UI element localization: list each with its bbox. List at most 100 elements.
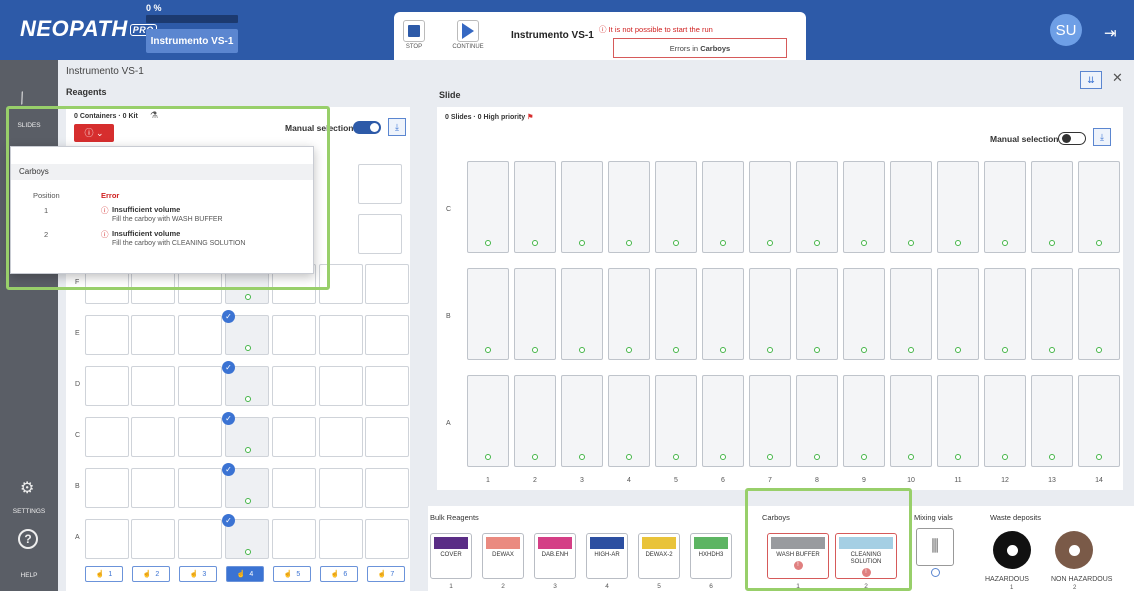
row-label: C	[446, 206, 452, 213]
bulk-reagent[interactable]: DEWAX-2	[638, 533, 680, 579]
status-dot	[908, 240, 914, 246]
status-dot	[1002, 454, 1008, 460]
status-dot	[861, 347, 867, 353]
reagent-cell[interactable]	[358, 164, 402, 204]
reagent-cell[interactable]	[131, 315, 175, 355]
bulk-reagent[interactable]: DEWAX	[482, 533, 524, 579]
reagent-cell[interactable]	[365, 264, 409, 304]
hazardous-label: HAZARDOUS	[985, 576, 1029, 583]
bulk-reagent[interactable]: HIGH-AR	[586, 533, 628, 579]
reagent-cell[interactable]	[365, 315, 409, 355]
reagent-cell[interactable]	[178, 519, 222, 559]
reagent-cell[interactable]	[272, 468, 316, 508]
reagent-cell[interactable]	[178, 468, 222, 508]
reagent-cell[interactable]	[131, 468, 175, 508]
hand-button[interactable]: ☝ 7	[367, 566, 405, 582]
reagent-cell[interactable]	[272, 417, 316, 457]
check-icon: ✓	[222, 514, 235, 527]
bulk-reagent[interactable]: HXHDH3	[690, 533, 732, 579]
column-label: 3	[580, 477, 584, 484]
status-dot	[579, 454, 585, 460]
hand-icon: ☝	[189, 571, 199, 578]
reagent-cell[interactable]	[365, 417, 409, 457]
column-label: 8	[815, 477, 819, 484]
reagent-cell[interactable]	[365, 468, 409, 508]
reagent-cell[interactable]	[365, 519, 409, 559]
hand-button[interactable]: ☝ 6	[320, 566, 358, 582]
mixing-vials-icon[interactable]: ⫼	[916, 528, 954, 566]
status-dot	[908, 454, 914, 460]
help-icon[interactable]: ?	[18, 529, 38, 549]
hand-button[interactable]: ☝ 5	[273, 566, 311, 582]
reagent-cell[interactable]	[131, 519, 175, 559]
reagent-cell[interactable]	[85, 315, 129, 355]
status-dot	[1096, 454, 1102, 460]
check-icon: ✓	[222, 361, 235, 374]
pipette-icon: ⁄	[17, 90, 29, 107]
highlight-box	[6, 106, 330, 290]
instrument-button[interactable]: Instrumento VS-1	[146, 29, 238, 53]
hazardous-waste[interactable]	[993, 531, 1031, 569]
status-dot	[245, 498, 251, 504]
bulk-number: 1	[449, 583, 453, 590]
reagent-cell[interactable]	[319, 366, 363, 406]
reagent-cell[interactable]	[131, 366, 175, 406]
manual-selection-toggle[interactable]	[353, 121, 381, 134]
bulk-number: 2	[501, 583, 505, 590]
reagent-cell[interactable]	[365, 366, 409, 406]
slide-download-button[interactable]: ⤓	[1093, 128, 1111, 146]
reagent-cell[interactable]	[131, 417, 175, 457]
reagent-cell[interactable]	[85, 417, 129, 457]
collapse-all-button[interactable]: ⇊	[1080, 71, 1102, 89]
status-dot	[1049, 454, 1055, 460]
reagent-cell[interactable]	[272, 366, 316, 406]
bulk-reagent[interactable]: COVER	[430, 533, 472, 579]
status-dot	[1002, 347, 1008, 353]
tools-icon[interactable]: ✕	[1112, 70, 1123, 86]
non-hazardous-label: NON HAZARDOUS	[1051, 576, 1113, 583]
hand-button[interactable]: ☝ 1	[85, 566, 123, 582]
run-error-detail[interactable]: Errors in Carboys	[613, 38, 787, 58]
hand-label: 7	[390, 570, 395, 578]
reagent-cell[interactable]	[85, 519, 129, 559]
run-error-title: ⓘ It is not possible to start the run	[599, 25, 713, 34]
status-dot	[485, 240, 491, 246]
row-label: A	[75, 534, 80, 541]
continue-button[interactable]: CONTINUE	[452, 20, 484, 56]
column-label: 9	[862, 477, 866, 484]
row-label: B	[75, 483, 80, 490]
reagent-cell[interactable]	[319, 417, 363, 457]
logout-icon[interactable]: ⇥	[1104, 24, 1117, 42]
status-dot	[814, 347, 820, 353]
hand-button[interactable]: ☝ 3	[179, 566, 217, 582]
sidebar-item-help[interactable]: HELP	[0, 572, 58, 579]
avatar[interactable]: SU	[1050, 14, 1082, 46]
reagent-cell[interactable]	[272, 315, 316, 355]
download-button[interactable]: ⤓	[388, 118, 406, 136]
hand-button[interactable]: ☝ 2	[132, 566, 170, 582]
row-label: E	[75, 330, 80, 337]
slide-manual-selection-toggle[interactable]	[1058, 132, 1086, 145]
bulk-reagent[interactable]: DAB.ENH	[534, 533, 576, 579]
reagent-cell[interactable]	[319, 468, 363, 508]
reagent-cell[interactable]	[178, 417, 222, 457]
hand-button[interactable]: ☝ 4	[226, 566, 264, 582]
status-dot	[532, 454, 538, 460]
status-dot	[245, 447, 251, 453]
flag-icon: ⚑	[527, 114, 534, 121]
settings-icon[interactable]: ⚙	[20, 478, 34, 498]
reagent-cell[interactable]	[319, 315, 363, 355]
non-hazardous-waste[interactable]	[1055, 531, 1093, 569]
reagent-cell[interactable]	[272, 519, 316, 559]
reagent-cell[interactable]	[178, 315, 222, 355]
status-dot	[955, 454, 961, 460]
stop-button[interactable]: STOP	[400, 20, 428, 56]
reagent-cell[interactable]	[85, 468, 129, 508]
reagent-cell[interactable]	[85, 366, 129, 406]
reagent-cell[interactable]	[358, 214, 402, 254]
reagent-cell[interactable]	[178, 366, 222, 406]
reagent-cell[interactable]	[319, 519, 363, 559]
row-label: D	[75, 381, 81, 388]
sidebar-item-settings[interactable]: SETTINGS	[0, 508, 58, 515]
status-dot	[814, 454, 820, 460]
